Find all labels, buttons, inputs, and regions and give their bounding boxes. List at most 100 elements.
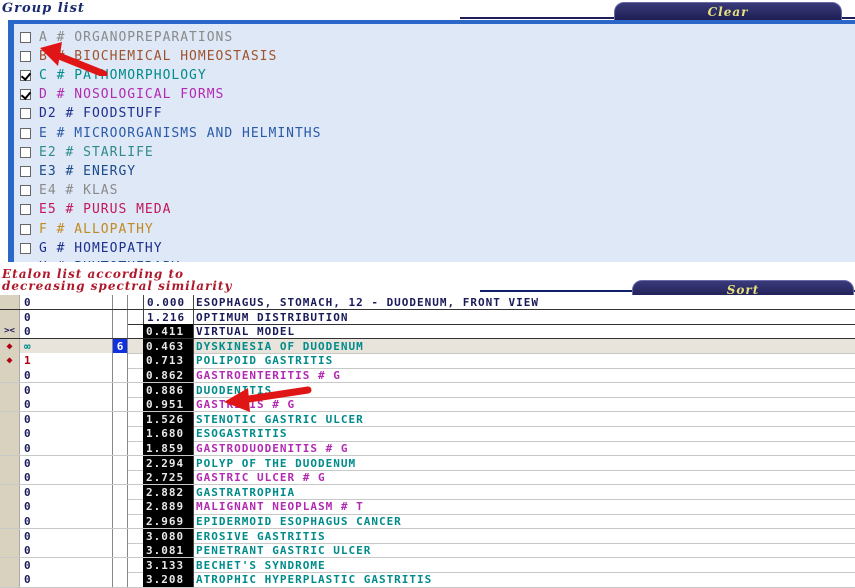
flag-cell bbox=[112, 558, 128, 573]
row-marker[interactable] bbox=[0, 499, 20, 514]
row-marker[interactable] bbox=[0, 456, 20, 471]
similarity-value: 2.725 bbox=[143, 470, 193, 485]
row-marker[interactable] bbox=[0, 485, 20, 500]
etalon-name: PENETRANT GASTRIC ULCER bbox=[193, 543, 855, 558]
count-cell: 0 bbox=[20, 543, 112, 558]
similarity-value: 2.294 bbox=[143, 456, 193, 471]
count-cell: 0 bbox=[20, 572, 112, 587]
similarity-value: 0.713 bbox=[143, 353, 193, 368]
row-marker[interactable] bbox=[0, 572, 20, 587]
group-checkbox[interactable] bbox=[20, 204, 31, 215]
compare-icon[interactable]: >< bbox=[0, 324, 20, 339]
count-cell: 0 bbox=[20, 485, 112, 500]
table-row[interactable]: 0 2.294POLYP OF THE DUODENUM bbox=[0, 456, 855, 471]
row-marker[interactable] bbox=[0, 368, 20, 383]
count-cell: 0 bbox=[20, 456, 112, 471]
group-checkbox[interactable] bbox=[20, 166, 31, 177]
group-item-label: E4 # KLAS bbox=[39, 183, 118, 198]
flag-cell bbox=[112, 499, 128, 514]
table-row[interactable]: ◆∞60.463DYSKINESIA OF DUODENUM bbox=[0, 339, 855, 354]
table-row[interactable]: 02.969EPIDERMOID ESOPHAGUS CANCER bbox=[0, 514, 855, 529]
table-row[interactable]: 02.725GASTRIC ULCER # G bbox=[0, 470, 855, 485]
flag-cell bbox=[112, 456, 128, 471]
etalon-name: GASTRIC ULCER # G bbox=[193, 470, 855, 485]
table-row[interactable]: 01.216OPTIMUM DISTRIBUTION bbox=[0, 310, 855, 325]
count-cell: 0 bbox=[20, 529, 112, 544]
table-row[interactable]: 0 1.680ESOGASTRITIS bbox=[0, 426, 855, 441]
etalon-name: ESOGASTRITIS bbox=[193, 426, 855, 441]
count-cell: 0 bbox=[20, 426, 112, 441]
group-checkbox[interactable] bbox=[20, 224, 31, 235]
row-marker[interactable] bbox=[0, 412, 20, 427]
table-row[interactable]: 00.862GASTROENTERITIS # G bbox=[0, 368, 855, 383]
etalon-name: VIRTUAL MODEL bbox=[193, 324, 855, 339]
table-row[interactable]: 00.951GASTRITIS # G bbox=[0, 397, 855, 412]
group-item-label: E # MICROORGANISMS AND HELMINTHS bbox=[39, 126, 321, 141]
table-row[interactable]: 00.000ESOPHAGUS, STOMACH, 12 - DUODENUM,… bbox=[0, 295, 855, 310]
table-row[interactable]: 0 3.133BECHET'S SYNDROME bbox=[0, 558, 855, 573]
group-list-item[interactable]: H # PHYTOTHERAPY bbox=[20, 256, 180, 262]
table-row[interactable]: ◆10.713POLIPOID GASTRITIS bbox=[0, 353, 855, 368]
table-row[interactable]: 03.081PENETRANT GASTRIC ULCER bbox=[0, 543, 855, 558]
group-checkbox[interactable] bbox=[20, 108, 31, 119]
table-row[interactable]: 03.080EROSIVE GASTRITIS bbox=[0, 529, 855, 544]
row-marker[interactable] bbox=[0, 295, 20, 310]
row-marker[interactable] bbox=[0, 514, 20, 529]
flag-cell bbox=[112, 324, 128, 339]
row-marker[interactable] bbox=[0, 441, 20, 456]
group-item-label: E5 # PURUS MEDA bbox=[39, 202, 171, 217]
diamond-icon[interactable]: ◆ bbox=[0, 339, 20, 354]
clear-button[interactable]: Clear bbox=[614, 2, 842, 22]
table-row[interactable]: ><00.411VIRTUAL MODEL bbox=[0, 324, 855, 339]
similarity-value: 2.889 bbox=[143, 499, 193, 514]
etalon-name: MALIGNANT NEOPLASM # T bbox=[193, 499, 855, 514]
red-arrow-icon bbox=[222, 380, 312, 414]
group-checkbox[interactable] bbox=[20, 51, 31, 62]
count-cell: 0 bbox=[20, 558, 112, 573]
flag-cell bbox=[112, 441, 128, 456]
similarity-value: 3.133 bbox=[143, 558, 193, 573]
etalon-name: POLYP OF THE DUODENUM bbox=[193, 456, 855, 471]
group-checkbox[interactable] bbox=[20, 243, 31, 254]
row-marker[interactable] bbox=[0, 310, 20, 325]
etalon-name: DYSKINESIA OF DUODENUM bbox=[193, 339, 855, 354]
table-row[interactable]: 01.859GASTRODUODENITIS # G bbox=[0, 441, 855, 456]
flag-cell bbox=[112, 383, 128, 398]
group-checkbox[interactable] bbox=[20, 147, 31, 158]
row-marker[interactable] bbox=[0, 470, 20, 485]
similarity-value: 0.000 bbox=[143, 295, 193, 310]
similarity-value: 3.208 bbox=[143, 572, 193, 587]
similarity-value: 0.463 bbox=[143, 339, 193, 354]
table-row[interactable]: 03.208ATROPHIC HYPERPLASTIC GASTRITIS bbox=[0, 572, 855, 587]
group-item-label: E3 # ENERGY bbox=[39, 164, 136, 179]
row-marker[interactable] bbox=[0, 558, 20, 573]
table-row[interactable]: 02.882GASTRATROPHIA bbox=[0, 485, 855, 500]
group-item-label: F # ALLOPATHY bbox=[39, 222, 154, 237]
flag-cell bbox=[112, 397, 128, 412]
row-marker[interactable] bbox=[0, 397, 20, 412]
row-divider bbox=[0, 587, 855, 588]
table-row[interactable]: 01.526STENOTIC GASTRIC ULCER bbox=[0, 412, 855, 427]
group-checkbox[interactable] bbox=[20, 32, 31, 43]
row-marker[interactable] bbox=[0, 383, 20, 398]
count-cell: 0 bbox=[20, 499, 112, 514]
table-row[interactable]: 0 2.889MALIGNANT NEOPLASM # T bbox=[0, 499, 855, 514]
table-row[interactable]: 00.886DUODENITIS bbox=[0, 383, 855, 398]
count-cell: 0 bbox=[20, 383, 112, 398]
row-marker[interactable] bbox=[0, 543, 20, 558]
row-marker[interactable] bbox=[0, 426, 20, 441]
group-item-label: E2 # STARLIFE bbox=[39, 145, 154, 160]
group-checkbox[interactable] bbox=[20, 70, 31, 81]
similarity-value: 1.680 bbox=[143, 426, 193, 441]
count-cell: 0 bbox=[20, 441, 112, 456]
group-list-title: Group list bbox=[2, 1, 85, 16]
diamond-icon[interactable]: ◆ bbox=[0, 353, 20, 368]
etalon-name: BECHET'S SYNDROME bbox=[193, 558, 855, 573]
row-marker[interactable] bbox=[0, 529, 20, 544]
flag-cell bbox=[112, 368, 128, 383]
similarity-value: 2.882 bbox=[143, 485, 193, 500]
group-checkbox[interactable] bbox=[20, 128, 31, 139]
similarity-value: 0.886 bbox=[143, 383, 193, 398]
group-checkbox[interactable] bbox=[20, 185, 31, 196]
group-checkbox[interactable] bbox=[20, 89, 31, 100]
